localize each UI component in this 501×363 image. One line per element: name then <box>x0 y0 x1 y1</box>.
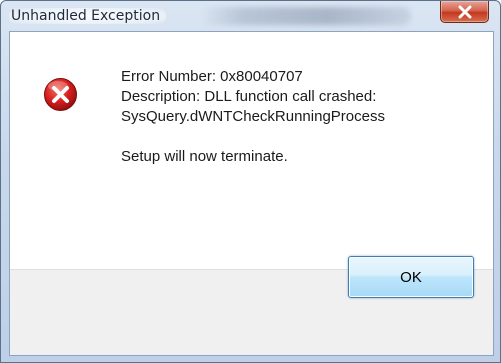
title-bar-blur <box>201 7 411 25</box>
window-title: Unhandled Exception <box>9 8 167 24</box>
focus-rect <box>353 261 469 293</box>
ok-button[interactable]: OK <box>348 256 474 298</box>
error-message: Error Number: 0x80040707 Description: DL… <box>121 67 385 167</box>
title-bar[interactable]: Unhandled Exception <box>1 1 500 31</box>
description-line: Description: DLL function call crashed: <box>121 88 377 105</box>
function-name-line: SysQuery.dWNTCheckRunningProcess <box>121 108 385 125</box>
terminate-line: Setup will now terminate. <box>121 148 288 165</box>
error-number-line: Error Number: 0x80040707 <box>121 68 303 85</box>
close-button[interactable] <box>440 1 489 23</box>
error-icon <box>43 77 78 112</box>
close-icon <box>457 5 473 19</box>
dialog-window: Unhandled Exception <box>0 0 501 363</box>
